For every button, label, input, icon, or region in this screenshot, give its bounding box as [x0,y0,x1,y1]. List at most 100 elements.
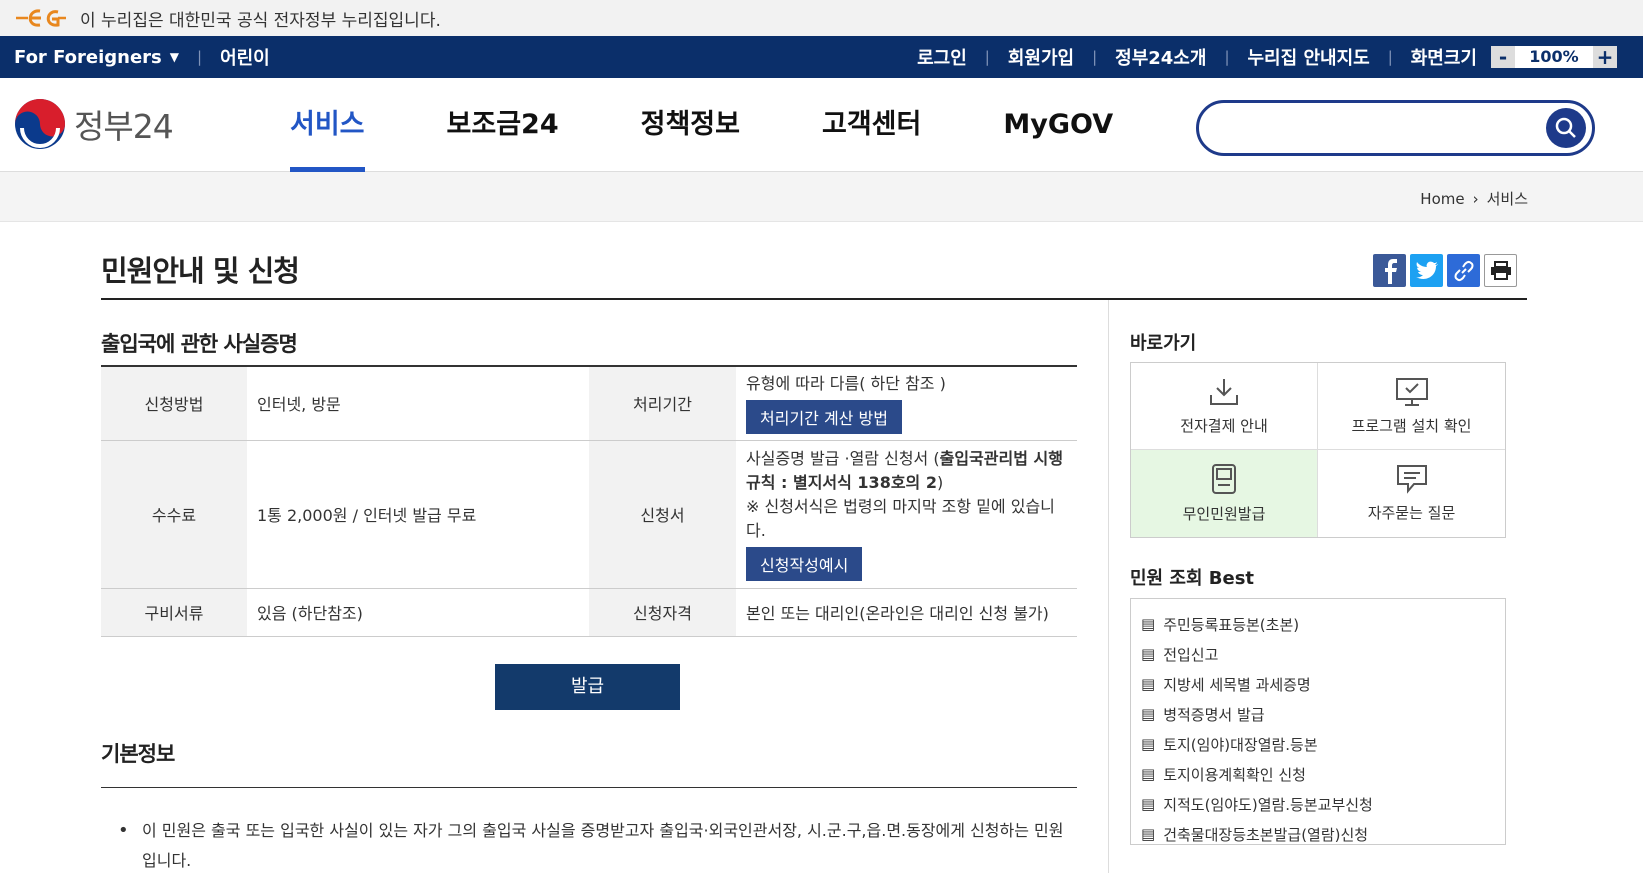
official-banner-text: 이 누리집은 대한민국 공식 전자정부 누리집입니다. [80,10,441,31]
chevron-right-icon: › [1472,189,1479,208]
basic-info-title: 기본정보 [101,742,175,766]
issue-button[interactable]: 발급 [495,664,680,710]
search-box [1196,100,1595,156]
divider: | [984,48,990,66]
quick-link-epayment[interactable]: 전자결제 안내 [1131,363,1318,450]
quick-link-kiosk[interactable]: 무인민원발급 [1131,450,1318,537]
for-foreigners-menu[interactable]: For Foreigners ▼ [14,47,179,68]
column-divider [1108,300,1109,873]
kiosk-icon [1212,464,1236,494]
nav-mygov[interactable]: MyGOV [1003,78,1113,172]
docs-label: 구비서류 [101,588,247,637]
best-item-7[interactable]: ▤ 지적도(임야도)열람.등본교부신청 [1141,789,1505,819]
signup-link[interactable]: 회원가입 [1008,44,1074,70]
page-title: 민원안내 및 신청 [101,254,300,288]
quick-link-label: 전자결제 안내 [1180,416,1268,435]
facebook-icon[interactable] [1373,254,1406,287]
period-label: 처리기간 [589,366,736,441]
search-button[interactable] [1546,108,1586,148]
table-row: 신청방법 인터넷, 방문 처리기간 유형에 따라 다름( 하단 참조 ) 처리기… [101,366,1077,441]
divider: | [1387,48,1393,66]
search-input[interactable] [1219,113,1519,143]
caret-down-icon: ▼ [169,50,179,64]
quick-link-faq[interactable]: 자주묻는 질문 [1318,450,1505,537]
quick-link-label: 무인민원발급 [1182,505,1266,523]
best-item-5[interactable]: ▤ 토지(임야)대장열람.등본 [1141,729,1505,759]
nav-customer-center[interactable]: 고객센터 [822,78,921,172]
best-item-label: 토지이용계획확인 신청 [1163,765,1306,784]
service-title: 출입국에 관한 사실증명 [101,332,298,356]
divider: | [1092,48,1098,66]
breadcrumb-current[interactable]: 서비스 [1487,188,1528,209]
basic-info-text: 이 민원은 출국 또는 입국한 사실이 있는 자가 그의 출입국 사실을 증명받… [118,816,1070,873]
egov-logo-icon [14,7,66,29]
print-icon[interactable] [1484,254,1517,287]
official-gov-banner: 이 누리집은 대한민국 공식 전자정부 누리집입니다. [0,0,1643,36]
best-item-label: 지방세 세목별 과세증명 [1163,675,1311,694]
basic-info-line-1: 이 민원은 출국 또는 입국한 사실이 있는 자가 그의 출입국 사실을 증명받… [142,821,1064,840]
best-item-6[interactable]: ▤ 토지이용계획확인 신청 [1141,759,1505,789]
docs-value: 있음 (하단참조) [247,588,589,637]
best-list: ▤ 주민등록표등본(초본) ▤ 전입신고 ▤ 지방세 세목별 과세증명 ▤ 병적증명서 … [1130,598,1506,845]
document-icon: ▤ [1141,705,1156,723]
best-title: 민원 조회 Best [1130,568,1255,589]
form-close-paren: ) [936,473,944,492]
best-item-label: 건축물대장등초본발급(열람)신청 [1163,825,1369,844]
best-item-4[interactable]: ▤ 병적증명서 발급 [1141,699,1505,729]
twitter-icon[interactable] [1410,254,1443,287]
service-info-table: 신청방법 인터넷, 방문 처리기간 유형에 따라 다름( 하단 참조 ) 처리기… [101,365,1077,637]
best-item-label: 지적도(임야도)열람.등본교부신청 [1163,795,1373,814]
period-calc-button[interactable]: 처리기간 계산 방법 [746,400,902,435]
period-cell: 유형에 따라 다름( 하단 참조 ) 처리기간 계산 방법 [736,366,1077,441]
screen-size-label: 화면크기 [1410,48,1477,69]
fee-value: 1통 2,000원 / 인터넷 발급 무료 [247,440,589,589]
breadcrumb-home[interactable]: Home [1420,190,1464,208]
zoom-in-button[interactable]: + [1593,46,1617,68]
utility-bar: For Foreigners ▼ | 어린이 로그인 | 회원가입 | 정부24… [0,36,1643,78]
document-icon: ▤ [1141,675,1156,693]
nav-subsidy24[interactable]: 보조금24 [447,78,559,172]
best-item-label: 병적증명서 발급 [1163,705,1265,724]
best-item-label: 토지(임야)대장열람.등본 [1163,735,1318,754]
main-nav: 서비스 보조금24 정책정보 고객센터 MyGOV [290,78,1195,172]
quick-link-program-check[interactable]: 프로그램 설치 확인 [1318,363,1505,450]
search-icon [1555,117,1576,138]
taegeuk-icon [15,99,65,149]
zoom-out-button[interactable]: - [1491,46,1515,68]
divider: | [197,48,203,66]
monitor-check-icon [1395,377,1428,406]
document-icon: ▤ [1141,735,1156,753]
link-copy-icon[interactable] [1447,254,1480,287]
login-link[interactable]: 로그인 [917,44,967,70]
best-item-2[interactable]: ▤ 전입신고 [1141,639,1505,669]
best-item-1[interactable]: ▤ 주민등록표등본(초본) [1141,609,1505,639]
nav-policy-info[interactable]: 정책정보 [641,78,740,172]
form-cell: 사실증명 발급 ·열람 신청서 (출입국관리법 시행규칙 : 별지서식 138호… [736,440,1077,589]
document-icon: ▤ [1141,765,1156,783]
breadcrumb: Home › 서비스 [1420,188,1528,209]
document-icon: ▤ [1141,795,1156,813]
eligibility-label: 신청자격 [589,588,736,637]
kids-link[interactable]: 어린이 [220,44,270,70]
quick-link-label: 자주묻는 질문 [1367,504,1456,522]
form-value: 사실증명 발급 ·열람 신청서 (출입국관리법 시행규칙 : 별지서식 138호… [746,447,1067,495]
best-item-3[interactable]: ▤ 지방세 세목별 과세증명 [1141,669,1505,699]
breadcrumb-band: Home › 서비스 [0,172,1643,222]
nav-services[interactable]: 서비스 [290,78,365,172]
about-link[interactable]: 정부24소개 [1115,44,1206,70]
document-icon: ▤ [1141,615,1156,633]
gov24-logo[interactable]: 정부24 [14,98,174,150]
eligibility-value: 본인 또는 대리인(온라인은 대리인 신청 불가) [736,588,1077,637]
for-foreigners-label: For Foreigners [14,46,162,68]
best-item-8[interactable]: ▤ 건축물대장등초본발급(열람)신청 [1141,819,1505,849]
download-icon [1210,378,1238,405]
quick-links-grid: 전자결제 안내 프로그램 설치 확인 무인민원발급 자주묻는 질문 [1130,362,1506,538]
form-example-button[interactable]: 신청작성예시 [746,547,863,581]
zoom-level: 100% [1515,46,1593,68]
best-item-label: 전입신고 [1163,645,1219,664]
basic-info-divider [101,787,1077,788]
sitemap-link[interactable]: 누리집 안내지도 [1248,44,1370,70]
divider: | [1224,48,1230,66]
zoom-control: - 100% + [1491,46,1617,68]
title-divider [101,298,1527,300]
